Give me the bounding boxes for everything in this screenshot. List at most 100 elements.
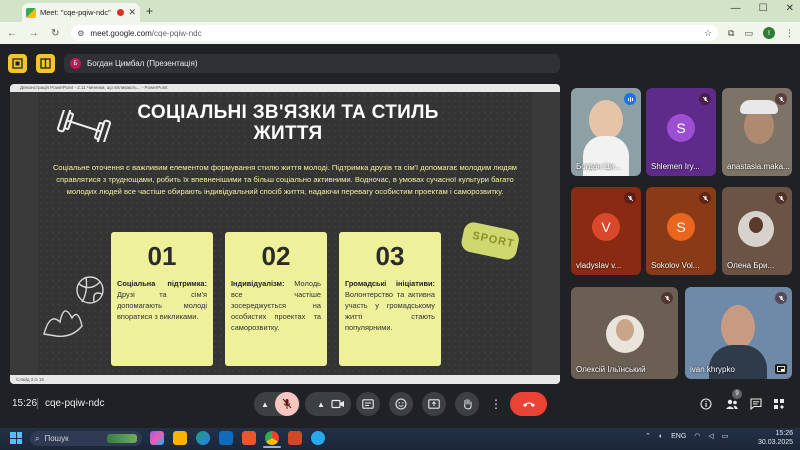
- people-button[interactable]: [725, 397, 739, 411]
- back-arrow-icon[interactable]: ←: [6, 28, 18, 39]
- hang-up-icon: [522, 402, 535, 407]
- maximize-button[interactable]: ☐: [759, 3, 768, 14]
- tab-close-icon[interactable]: ✕: [128, 7, 136, 18]
- mic-off-icon: [699, 93, 711, 105]
- reload-icon[interactable]: ↻: [50, 28, 62, 39]
- participant-tile[interactable]: anastasia.maka...: [722, 88, 792, 176]
- mic-off-icon: [699, 192, 711, 204]
- sidebar-icon[interactable]: ▭: [744, 28, 753, 39]
- participant-name: anastasia.maka...: [727, 162, 789, 171]
- search-placeholder: Пошук: [44, 434, 69, 443]
- audio-options-chevron-icon[interactable]: ▲: [255, 400, 275, 409]
- captions-button[interactable]: [356, 392, 380, 416]
- presentation-controls-button[interactable]: [8, 54, 27, 73]
- reactions-button[interactable]: [389, 392, 413, 416]
- taskbar-clock[interactable]: 15:26 30.03.2025: [758, 429, 793, 447]
- tab-title: Meet: "cqe-pqiw-ndc": [40, 8, 111, 17]
- file-explorer-icon[interactable]: [173, 431, 187, 445]
- card-number: 01: [147, 241, 177, 271]
- participant-photo-person: [749, 217, 763, 233]
- presenter-chip[interactable]: Б Богдан Цимбал (Презентація): [64, 54, 560, 73]
- participant-tile[interactable]: S Shlemen Iry...: [646, 88, 716, 176]
- volume-icon[interactable]: ◁: [708, 432, 713, 440]
- recording-dot-icon: [117, 9, 125, 16]
- meeting-details-button[interactable]: [699, 397, 713, 411]
- card-number: 03: [375, 241, 405, 271]
- participant-tile[interactable]: Олена Бри...: [722, 187, 792, 275]
- more-options-button[interactable]: ⋮: [488, 392, 504, 416]
- participant-tile[interactable]: ivan khrypko: [685, 287, 792, 379]
- activities-button[interactable]: [772, 397, 786, 411]
- site-info-icon[interactable]: ⚙: [77, 29, 84, 38]
- pin-presentation-button[interactable]: [36, 54, 55, 73]
- meeting-code[interactable]: cqe-pqiw-ndc: [45, 398, 104, 409]
- emoji-icon: [395, 398, 407, 410]
- minimize-button[interactable]: —: [731, 3, 741, 14]
- telegram-app-icon[interactable]: [311, 431, 325, 445]
- system-tray: ⌃ ◐ ENG ◠ ◁ ▭: [645, 432, 729, 441]
- toolbar-right: ⧉ ▭ I ⋮: [728, 27, 794, 39]
- participant-photo-person: [616, 319, 634, 341]
- mic-off-icon: [624, 192, 636, 204]
- tray-app-icon[interactable]: ◐: [659, 433, 663, 440]
- chat-button[interactable]: [749, 397, 763, 411]
- speaking-indicator-icon: [624, 93, 636, 105]
- fullscreen-icon: [12, 58, 23, 69]
- split-view-icon: [40, 58, 51, 69]
- participant-cap: [740, 100, 778, 114]
- close-window-button[interactable]: ✕: [786, 3, 794, 14]
- pip-icon[interactable]: [775, 364, 787, 374]
- store-app-icon[interactable]: [219, 431, 233, 445]
- chat-icon: [750, 398, 762, 410]
- camera-icon[interactable]: [331, 399, 345, 409]
- office-app-icon[interactable]: [242, 431, 256, 445]
- extensions-icon[interactable]: ⧉: [728, 28, 734, 39]
- card-heading: Соціальна підтримка:: [117, 279, 207, 288]
- bookmark-star-icon[interactable]: ☆: [704, 28, 712, 39]
- video-options-chevron-icon[interactable]: ▲: [311, 400, 331, 409]
- present-screen-button[interactable]: [422, 392, 446, 416]
- shared-screen: Демонстрація PowerPoint - 2.11 Чинники, …: [10, 84, 560, 384]
- chrome-app-icon[interactable]: [265, 431, 279, 445]
- presenter-avatar: Б: [70, 58, 81, 69]
- profile-avatar[interactable]: I: [762, 27, 775, 39]
- chrome-menu-icon[interactable]: ⋮: [785, 28, 794, 39]
- more-vert-icon: ⋮: [490, 397, 502, 411]
- mic-off-icon: [775, 93, 787, 105]
- mic-off-button[interactable]: [275, 392, 299, 416]
- address-bar[interactable]: ⚙ meet.google.com/cqe-pqiw-ndc ☆: [71, 25, 719, 41]
- card-heading: Громадські ініціативи:: [345, 279, 435, 288]
- participant-tile[interactable]: Богдан Ци...: [571, 88, 641, 176]
- participant-tile[interactable]: Олексій Ільїнський: [571, 287, 678, 379]
- info-icon: [700, 398, 712, 410]
- battery-icon[interactable]: ▭: [722, 432, 729, 440]
- forward-arrow-icon[interactable]: →: [28, 28, 40, 39]
- mic-off-icon: [775, 292, 787, 304]
- meeting-clock: 15:26: [12, 398, 38, 409]
- taskbar-time: 15:26: [775, 430, 794, 437]
- participant-tile[interactable]: S Sokolov Vol...: [646, 187, 716, 275]
- microphone-control[interactable]: ▲: [254, 392, 300, 416]
- volleyball-doodle-icon: [43, 276, 104, 337]
- language-indicator[interactable]: ENG: [671, 433, 686, 440]
- edge-browser-icon[interactable]: [196, 431, 210, 445]
- card-social-support: 01 Соціальна підтримка: Друзі та сім'я д…: [111, 232, 213, 366]
- participant-tile[interactable]: V vladyslav v...: [571, 187, 641, 275]
- camera-control[interactable]: ▲: [305, 392, 351, 416]
- new-tab-button[interactable]: +: [146, 4, 153, 18]
- presentation-slide: СОЦІАЛЬНІ ЗВ'ЯЗКИ ТА СТИЛЬ ЖИТТЯ Соціаль…: [38, 92, 532, 375]
- copilot-app-icon[interactable]: [150, 431, 164, 445]
- url-host: meet.google.com: [90, 28, 152, 38]
- powerpoint-statusbar: Слайд 3 із 15: [10, 375, 560, 384]
- browser-tab-meet[interactable]: Meet: "cqe-pqiw-ndc" ✕: [22, 3, 140, 22]
- participant-name: ivan khrypko: [690, 365, 735, 374]
- taskbar-search[interactable]: ⌕ Пошук: [30, 431, 142, 446]
- tray-overflow-icon[interactable]: ⌃: [645, 432, 651, 440]
- wifi-icon[interactable]: ◠: [694, 432, 700, 440]
- powerpoint-app-icon[interactable]: [288, 431, 302, 445]
- leave-call-button[interactable]: [510, 392, 547, 416]
- raise-hand-button[interactable]: [455, 392, 479, 416]
- slide-title: СОЦІАЛЬНІ ЗВ'ЯЗКИ ТА СТИЛЬ ЖИТТЯ: [137, 102, 439, 144]
- windows-start-icon[interactable]: [10, 432, 22, 444]
- search-icon: ⌕: [35, 433, 40, 443]
